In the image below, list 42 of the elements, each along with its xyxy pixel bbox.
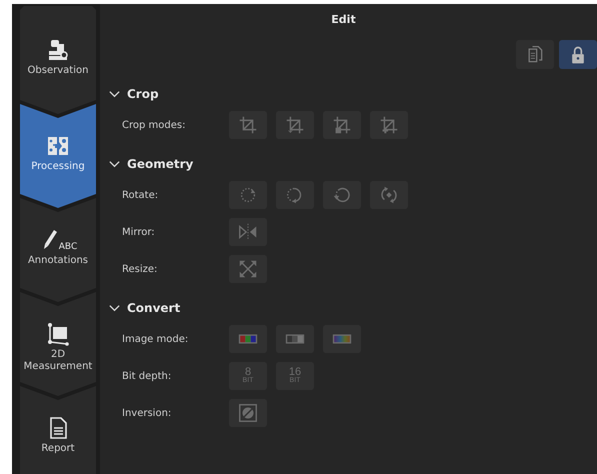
tool-button[interactable] bbox=[276, 181, 314, 209]
tool-button[interactable] bbox=[229, 111, 267, 139]
crop-icon bbox=[237, 114, 259, 136]
copy-button[interactable] bbox=[516, 40, 554, 69]
lock-button[interactable] bbox=[559, 40, 597, 69]
tool-button[interactable] bbox=[229, 255, 267, 283]
sidebar-tab[interactable]: ABC Annotations bbox=[20, 198, 96, 302]
inversion-icon bbox=[237, 402, 259, 424]
tool-button[interactable] bbox=[323, 111, 361, 139]
section-header[interactable]: Convert bbox=[100, 297, 180, 319]
crop-document-icon bbox=[331, 114, 353, 136]
row-label: Resize: bbox=[121, 264, 158, 274]
row-label: Rotate: bbox=[121, 190, 160, 200]
panel-title: Edit bbox=[331, 12, 356, 28]
resize-icon bbox=[237, 258, 259, 280]
sidebar-tab[interactable]: Observation bbox=[20, 6, 96, 114]
tool-button[interactable] bbox=[276, 111, 314, 139]
tool-button[interactable] bbox=[229, 399, 267, 427]
microscope-icon bbox=[46, 38, 70, 62]
sidebar-tab[interactable]: Processing bbox=[20, 104, 96, 208]
row-label: Bit depth: bbox=[121, 370, 172, 382]
row-label: Mirror: bbox=[121, 226, 156, 238]
processing-icon bbox=[46, 134, 70, 158]
tool-button[interactable] bbox=[276, 325, 314, 353]
row-label: Inversion: bbox=[121, 408, 172, 418]
tool-button[interactable] bbox=[229, 181, 267, 209]
icon-label: ABC bbox=[58, 243, 78, 252]
tool-button[interactable] bbox=[229, 325, 267, 353]
tool-button[interactable] bbox=[229, 218, 267, 246]
area-measure-icon bbox=[46, 322, 70, 346]
crop-sparkle-icon bbox=[284, 114, 306, 136]
sidebar-tab[interactable]: 2D Measurement bbox=[20, 292, 96, 396]
section-header[interactable]: Crop bbox=[100, 83, 159, 105]
tool-button[interactable] bbox=[323, 325, 361, 353]
section-header[interactable]: Geometry bbox=[100, 153, 194, 175]
tool-button[interactable] bbox=[323, 181, 361, 209]
row-label: Crop modes: bbox=[121, 120, 186, 130]
tool-button[interactable] bbox=[370, 181, 408, 209]
tool-button[interactable] bbox=[370, 111, 408, 139]
crop-plus-icon bbox=[378, 114, 400, 136]
row-label: Image mode: bbox=[121, 334, 190, 344]
sidebar-tab[interactable]: Report bbox=[20, 386, 96, 474]
